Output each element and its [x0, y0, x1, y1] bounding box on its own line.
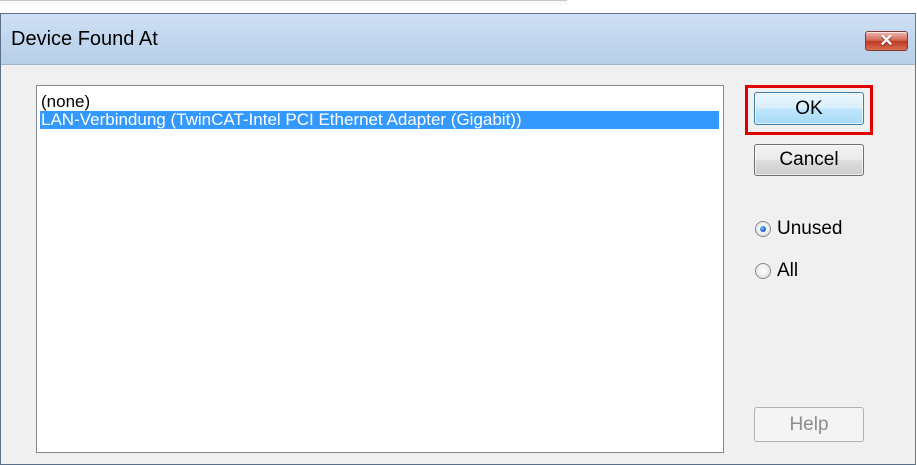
close-button[interactable]: ✕ [865, 31, 908, 51]
list-item-none[interactable]: (none) [41, 93, 90, 111]
dialog-content: (none) LAN-Verbindung (TwinCAT-Intel PCI… [1, 65, 915, 464]
radio-unused-label: Unused [777, 218, 843, 239]
screenshot-page: Device Found At ✕ (none) LAN-Verbindung … [0, 0, 917, 465]
device-listbox[interactable]: (none) LAN-Verbindung (TwinCAT-Intel PCI… [36, 85, 724, 453]
list-item-lan-verbindung[interactable]: LAN-Verbindung (TwinCAT-Intel PCI Ethern… [40, 111, 719, 129]
background-window-edge [0, 0, 567, 5]
radio-selected-icon[interactable] [755, 221, 771, 237]
title-bar[interactable]: Device Found At ✕ [1, 14, 915, 65]
ok-button[interactable]: OK [754, 92, 864, 125]
device-found-at-dialog: Device Found At ✕ (none) LAN-Verbindung … [0, 13, 916, 465]
window-title: Device Found At [11, 28, 158, 50]
radio-unselected-icon[interactable] [755, 263, 771, 279]
help-button[interactable]: Help [754, 407, 864, 442]
close-icon: ✕ [879, 31, 894, 50]
cancel-button[interactable]: Cancel [754, 144, 864, 176]
radio-all-label: All [777, 260, 799, 281]
